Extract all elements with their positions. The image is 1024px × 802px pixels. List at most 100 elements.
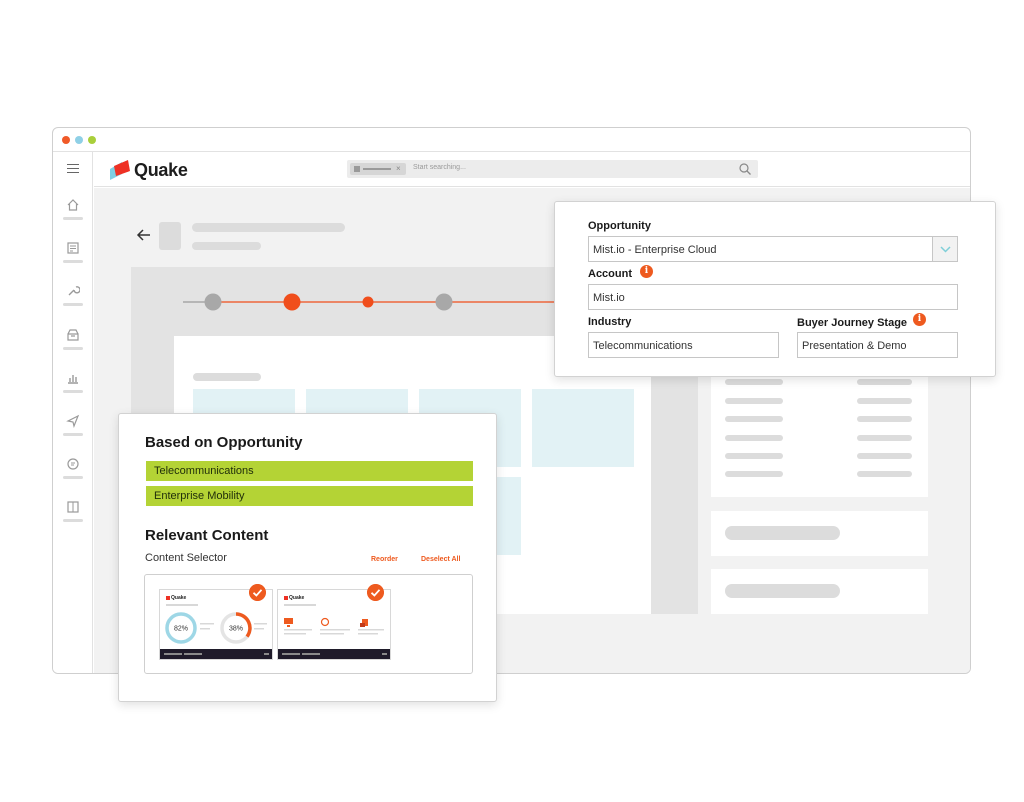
progress-step[interactable] bbox=[435, 293, 453, 311]
sidebar-item-library[interactable] bbox=[62, 500, 84, 530]
progress-step[interactable] bbox=[283, 293, 301, 311]
sidebar bbox=[53, 152, 93, 673]
sidebar-item-label-placeholder bbox=[63, 519, 83, 522]
detail-key-placeholder bbox=[725, 416, 783, 422]
side-card-placeholder bbox=[725, 584, 840, 598]
content-thumbnail[interactable]: Quake 82% 38% bbox=[159, 584, 273, 660]
opportunity-panel: Opportunity Mist.io - Enterprise Cloud A… bbox=[554, 201, 996, 377]
deselect-all-link[interactable]: Deselect All bbox=[421, 556, 460, 563]
side-card-placeholder bbox=[725, 526, 840, 540]
detail-value-placeholder bbox=[857, 471, 912, 477]
account-field[interactable]: Mist.io bbox=[588, 284, 958, 310]
maximize-window-dot[interactable] bbox=[88, 136, 96, 144]
search-placeholder[interactable]: Start searching... bbox=[413, 164, 466, 171]
account-label: Account bbox=[588, 268, 632, 280]
gauge-82-label: 82% bbox=[174, 626, 188, 633]
inbox-icon bbox=[67, 329, 79, 341]
relevant-content-title: Relevant Content bbox=[145, 527, 269, 544]
sidebar-item-label-placeholder bbox=[63, 217, 83, 220]
buyer-journey-stage-field[interactable]: Presentation & Demo bbox=[797, 332, 958, 358]
thumbnail-icons bbox=[284, 617, 384, 635]
industry-label: Industry bbox=[588, 316, 632, 328]
detail-key-placeholder bbox=[725, 453, 783, 459]
detail-key-placeholder bbox=[725, 435, 783, 441]
search-filter-chip[interactable]: × bbox=[350, 163, 406, 175]
chevron-down-icon bbox=[940, 246, 951, 253]
opportunity-label: Opportunity bbox=[588, 220, 651, 232]
detail-value-placeholder bbox=[857, 379, 912, 385]
buyer-journey-stage-label: Buyer Journey Stage bbox=[797, 317, 908, 329]
content-tile[interactable] bbox=[532, 389, 634, 467]
dropdown-button[interactable] bbox=[932, 237, 957, 261]
thumbnail-footer bbox=[278, 649, 390, 659]
book-icon bbox=[67, 501, 79, 513]
buyer-journey-stage-value: Presentation & Demo bbox=[802, 340, 907, 352]
tag-enterprise-mobility[interactable]: Enterprise Mobility bbox=[146, 486, 473, 506]
search-bar[interactable]: × Start searching... bbox=[347, 160, 758, 178]
sidebar-item-label-placeholder bbox=[63, 390, 83, 393]
checkmark-icon[interactable] bbox=[249, 584, 266, 601]
home-icon bbox=[67, 199, 79, 211]
close-window-dot[interactable] bbox=[62, 136, 70, 144]
checkmark-icon[interactable] bbox=[367, 584, 384, 601]
app-header: Quake × Start searching... bbox=[94, 152, 970, 187]
detail-value-placeholder bbox=[857, 453, 912, 459]
side-card[interactable] bbox=[711, 511, 928, 556]
detail-value-placeholder bbox=[857, 398, 912, 404]
sidebar-item-analytics[interactable] bbox=[62, 371, 84, 401]
quake-logo[interactable] bbox=[108, 159, 132, 181]
page-avatar-placeholder bbox=[159, 222, 181, 250]
content-thumbnail[interactable]: Quake bbox=[277, 584, 391, 660]
progress-step[interactable] bbox=[204, 293, 222, 311]
sidebar-item-label-placeholder bbox=[63, 347, 83, 350]
chip-close-icon[interactable]: × bbox=[396, 164, 401, 174]
sidebar-item-documents[interactable] bbox=[62, 241, 84, 271]
search-icon[interactable] bbox=[738, 162, 752, 176]
details-card bbox=[711, 371, 928, 497]
based-on-opportunity-title: Based on Opportunity bbox=[145, 434, 303, 451]
thumbnail-logo: Quake bbox=[166, 595, 186, 601]
wrench-icon bbox=[68, 286, 80, 296]
document-icon bbox=[67, 242, 79, 254]
back-arrow-icon[interactable] bbox=[136, 228, 152, 242]
industry-field[interactable]: Telecommunications bbox=[588, 332, 779, 358]
minimize-window-dot[interactable] bbox=[75, 136, 83, 144]
sidebar-item-label-placeholder bbox=[63, 476, 83, 479]
sidebar-item-send[interactable] bbox=[62, 414, 84, 444]
sidebar-item-inbox[interactable] bbox=[62, 328, 84, 358]
card-heading-placeholder bbox=[193, 373, 261, 381]
brand-name[interactable]: Quake bbox=[134, 160, 188, 181]
detail-key-placeholder bbox=[725, 379, 783, 385]
page-subtitle-placeholder bbox=[192, 242, 261, 250]
thumbnail-text-placeholder bbox=[284, 604, 316, 606]
progress-step[interactable] bbox=[362, 296, 374, 308]
detail-value-placeholder bbox=[857, 435, 912, 441]
sidebar-item-chat[interactable] bbox=[62, 457, 84, 487]
hamburger-menu-icon[interactable] bbox=[67, 164, 79, 173]
opportunity-select[interactable]: Mist.io - Enterprise Cloud bbox=[588, 236, 958, 262]
sidebar-item-label-placeholder bbox=[63, 260, 83, 263]
content-selector-label: Content Selector bbox=[145, 552, 227, 564]
info-icon[interactable]: i bbox=[640, 265, 653, 278]
detail-key-placeholder bbox=[725, 398, 783, 404]
relevant-content-panel: Based on Opportunity Telecommunications … bbox=[118, 413, 497, 702]
gauge-38-label: 38% bbox=[229, 626, 243, 633]
thumbnail-gauges: 82% 38% bbox=[165, 612, 267, 644]
folder-icon bbox=[354, 166, 360, 172]
sidebar-item-tools[interactable] bbox=[62, 284, 84, 314]
reorder-link[interactable]: Reorder bbox=[371, 556, 398, 563]
detail-key-placeholder bbox=[725, 471, 783, 477]
window-titlebar bbox=[53, 128, 970, 152]
side-card[interactable] bbox=[711, 569, 928, 614]
sidebar-item-label-placeholder bbox=[63, 303, 83, 306]
opportunity-value: Mist.io - Enterprise Cloud bbox=[593, 244, 717, 256]
industry-value: Telecommunications bbox=[593, 340, 693, 352]
thumbnail-logo: Quake bbox=[284, 595, 304, 601]
bar-chart-icon bbox=[68, 375, 78, 384]
info-icon[interactable]: i bbox=[913, 313, 926, 326]
send-icon bbox=[66, 414, 80, 428]
thumbnail-text-placeholder bbox=[166, 604, 198, 606]
sidebar-item-home[interactable] bbox=[62, 198, 84, 228]
detail-value-placeholder bbox=[857, 416, 912, 422]
tag-telecommunications[interactable]: Telecommunications bbox=[146, 461, 473, 481]
